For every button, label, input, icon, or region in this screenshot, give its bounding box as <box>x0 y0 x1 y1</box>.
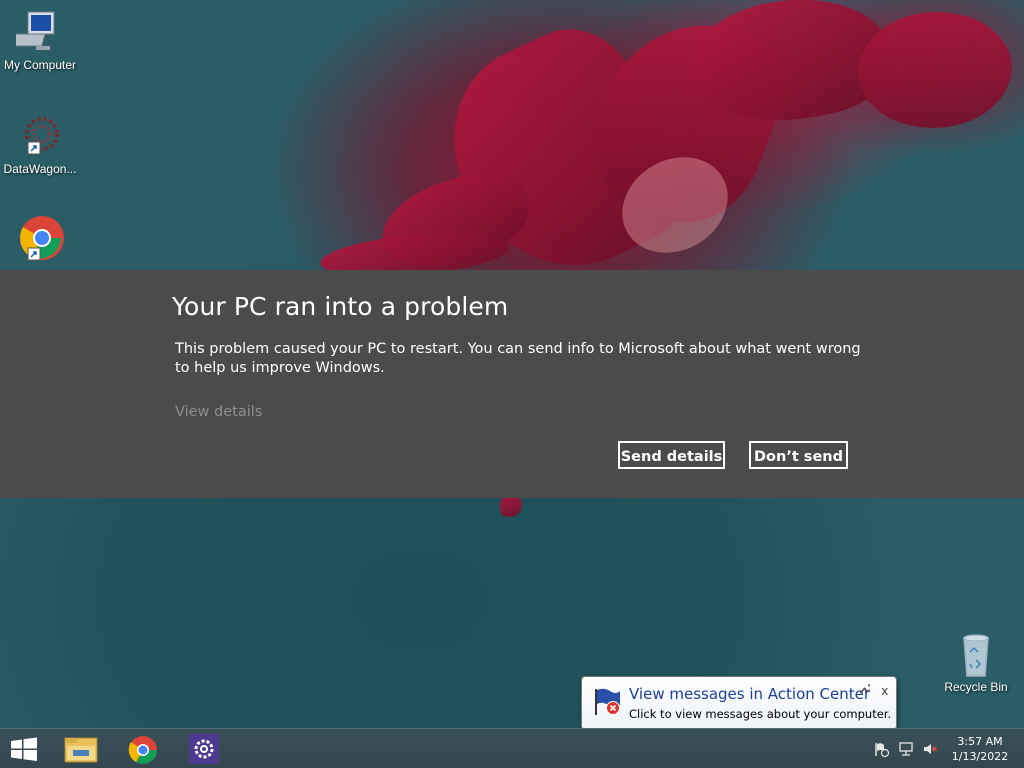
datawagon-icon <box>16 112 64 160</box>
folder-icon <box>64 737 98 763</box>
wrench-icon[interactable] <box>859 683 872 697</box>
dialog-message: This problem caused your PC to restart. … <box>175 341 861 376</box>
settings-button[interactable] <box>177 731 231 767</box>
network-icon[interactable] <box>898 741 914 757</box>
notification-title[interactable]: View messages in Action Center <box>629 685 870 703</box>
view-details-link[interactable]: View details <box>175 404 262 420</box>
computer-icon <box>11 8 64 56</box>
file-explorer-button[interactable] <box>55 731 109 767</box>
clock-time: 3:57 AM <box>957 735 1003 748</box>
problem-dialog-band <box>0 270 1024 498</box>
desktop-icon-datawagon[interactable]: DataWagon... <box>0 112 80 176</box>
notification-body[interactable]: Click to view messages about your comput… <box>629 707 891 721</box>
dialog-title: Your PC ran into a problem <box>172 292 509 321</box>
chrome-button[interactable] <box>116 731 170 767</box>
windows-logo-icon <box>11 737 37 761</box>
dont-send-button[interactable]: Don’t send <box>749 441 848 469</box>
gear-icon <box>189 734 219 764</box>
wallpaper-petal <box>500 495 522 517</box>
clock-date: 1/13/2022 <box>951 750 1009 763</box>
action-center-flag-icon <box>592 685 624 717</box>
action-center-notification[interactable]: View messages in Action Center Click to … <box>581 676 897 730</box>
action-center-icon[interactable] <box>874 741 890 758</box>
desktop-icon-label: My Computer <box>3 58 77 72</box>
notification-close-button[interactable]: x <box>882 683 889 698</box>
taskbar: 3:57 AM 1/13/2022 <box>0 728 1024 768</box>
recycle-bin-icon <box>952 630 1000 678</box>
chrome-icon <box>128 736 157 764</box>
send-details-button[interactable]: Send details <box>618 441 725 469</box>
desktop-icon-recycle-bin[interactable]: Recycle Bin <box>936 630 1016 694</box>
desktop: My Computer DataWagon... Your PC ran int… <box>0 0 1024 768</box>
desktop-icon-chrome[interactable] <box>0 214 80 264</box>
chrome-shortcut-icon <box>16 214 64 262</box>
desktop-icon-label: Recycle Bin <box>944 680 1008 694</box>
volume-muted-icon[interactable] <box>922 741 938 757</box>
start-button[interactable] <box>0 731 54 767</box>
system-clock[interactable]: 3:57 AM 1/13/2022 <box>950 734 1010 764</box>
desktop-icon-my-computer[interactable]: My Computer <box>0 8 80 72</box>
desktop-icon-label: DataWagon... <box>3 162 77 176</box>
